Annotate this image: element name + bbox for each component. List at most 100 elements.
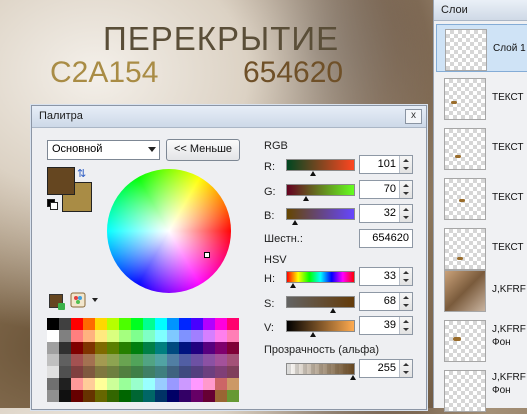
color-swatch[interactable] bbox=[215, 378, 227, 390]
color-swatch[interactable] bbox=[59, 330, 71, 342]
color-swatch[interactable] bbox=[83, 318, 95, 330]
color-swatch[interactable] bbox=[95, 354, 107, 366]
color-swatch[interactable] bbox=[179, 330, 191, 342]
color-swatch[interactable] bbox=[83, 390, 95, 402]
color-swatch[interactable] bbox=[203, 366, 215, 378]
color-swatch[interactable] bbox=[191, 342, 203, 354]
color-swatch[interactable] bbox=[95, 330, 107, 342]
color-swatch[interactable] bbox=[179, 378, 191, 390]
color-swatch[interactable] bbox=[47, 318, 59, 330]
r-spinner[interactable] bbox=[399, 156, 412, 173]
color-swatch[interactable] bbox=[59, 318, 71, 330]
color-swatch[interactable] bbox=[155, 318, 167, 330]
color-swatch[interactable] bbox=[143, 342, 155, 354]
color-swatch[interactable] bbox=[131, 318, 143, 330]
color-swatch[interactable] bbox=[59, 390, 71, 402]
color-swatch[interactable] bbox=[203, 318, 215, 330]
color-swatch[interactable] bbox=[59, 378, 71, 390]
layer-item[interactable]: ТЕКСТ bbox=[436, 224, 527, 272]
color-swatch[interactable] bbox=[131, 330, 143, 342]
color-swatch[interactable] bbox=[47, 390, 59, 402]
color-swatch[interactable] bbox=[47, 378, 59, 390]
g-input[interactable]: 70 bbox=[359, 180, 413, 199]
palette-titlebar[interactable]: Палитра x bbox=[32, 106, 426, 128]
color-swatch[interactable] bbox=[167, 378, 179, 390]
color-swatch[interactable] bbox=[59, 366, 71, 378]
color-swatch[interactable] bbox=[59, 354, 71, 366]
color-swatch[interactable] bbox=[215, 366, 227, 378]
g-spinner[interactable] bbox=[399, 181, 412, 198]
layer-item[interactable]: J,KFRF Фон bbox=[436, 366, 527, 414]
color-swatch[interactable] bbox=[119, 390, 131, 402]
color-swatch[interactable] bbox=[191, 390, 203, 402]
h-slider-thumb[interactable] bbox=[290, 283, 296, 288]
color-swatch[interactable] bbox=[167, 318, 179, 330]
color-swatch[interactable] bbox=[95, 378, 107, 390]
b-slider[interactable] bbox=[286, 208, 355, 225]
color-swatch[interactable] bbox=[179, 318, 191, 330]
layer-item[interactable]: ТЕКСТ bbox=[436, 124, 527, 172]
b-slider-thumb[interactable] bbox=[292, 220, 298, 225]
color-swatch[interactable] bbox=[167, 390, 179, 402]
color-swatch[interactable] bbox=[143, 354, 155, 366]
color-swatch[interactable] bbox=[47, 330, 59, 342]
primary-color-swatch[interactable] bbox=[47, 167, 75, 195]
hex-input[interactable]: 654620 bbox=[359, 229, 413, 248]
color-swatch[interactable] bbox=[191, 354, 203, 366]
color-swatch[interactable] bbox=[143, 390, 155, 402]
color-swatch[interactable] bbox=[215, 354, 227, 366]
color-swatch[interactable] bbox=[227, 390, 239, 402]
add-to-palette-button[interactable] bbox=[49, 294, 65, 310]
color-swatch[interactable] bbox=[179, 366, 191, 378]
color-swatch[interactable] bbox=[119, 342, 131, 354]
v-slider[interactable] bbox=[286, 320, 355, 337]
color-swatch[interactable] bbox=[143, 330, 155, 342]
color-swatch[interactable] bbox=[227, 330, 239, 342]
b-spinner[interactable] bbox=[399, 205, 412, 222]
color-swatch[interactable] bbox=[179, 390, 191, 402]
color-swatch[interactable] bbox=[107, 342, 119, 354]
color-swatch[interactable] bbox=[179, 342, 191, 354]
color-swatch[interactable] bbox=[71, 390, 83, 402]
s-slider[interactable] bbox=[286, 296, 355, 313]
color-swatch[interactable] bbox=[143, 366, 155, 378]
color-swatch[interactable] bbox=[107, 330, 119, 342]
color-swatch[interactable] bbox=[107, 354, 119, 366]
color-swatch[interactable] bbox=[71, 330, 83, 342]
color-swatch[interactable] bbox=[215, 390, 227, 402]
color-swatch[interactable] bbox=[107, 390, 119, 402]
layer-item[interactable]: ТЕКСТ bbox=[436, 174, 527, 222]
color-swatch[interactable] bbox=[95, 342, 107, 354]
color-swatch[interactable] bbox=[83, 366, 95, 378]
color-swatch[interactable] bbox=[119, 330, 131, 342]
color-swatch[interactable] bbox=[191, 366, 203, 378]
alpha-slider[interactable] bbox=[286, 363, 356, 380]
color-swatch[interactable] bbox=[191, 330, 203, 342]
color-swatch[interactable] bbox=[71, 342, 83, 354]
color-swatch[interactable] bbox=[83, 354, 95, 366]
layers-titlebar[interactable]: Слои bbox=[434, 0, 527, 21]
color-swatch[interactable] bbox=[95, 390, 107, 402]
color-swatch[interactable] bbox=[107, 378, 119, 390]
color-swatch[interactable] bbox=[191, 378, 203, 390]
color-swatch[interactable] bbox=[203, 342, 215, 354]
v-slider-thumb[interactable] bbox=[310, 332, 316, 337]
s-spinner[interactable] bbox=[399, 293, 412, 310]
color-swatch[interactable] bbox=[167, 354, 179, 366]
color-swatch[interactable] bbox=[227, 318, 239, 330]
swap-colors-icon[interactable]: ⇅ bbox=[77, 167, 86, 180]
layer-item[interactable]: J,KFRF Фон bbox=[436, 316, 527, 364]
color-swatch[interactable] bbox=[107, 366, 119, 378]
r-slider-thumb[interactable] bbox=[310, 171, 316, 176]
h-spinner[interactable] bbox=[399, 268, 412, 285]
color-swatch[interactable] bbox=[155, 366, 167, 378]
color-swatch[interactable] bbox=[71, 366, 83, 378]
color-swatch[interactable] bbox=[143, 378, 155, 390]
layer-item[interactable]: ТЕКСТ bbox=[436, 74, 527, 122]
close-button[interactable]: x bbox=[405, 109, 422, 124]
b-input[interactable]: 32 bbox=[359, 204, 413, 223]
color-swatch[interactable] bbox=[155, 378, 167, 390]
color-swatch[interactable] bbox=[167, 366, 179, 378]
color-swatch[interactable] bbox=[107, 318, 119, 330]
alpha-spinner[interactable] bbox=[399, 360, 412, 377]
